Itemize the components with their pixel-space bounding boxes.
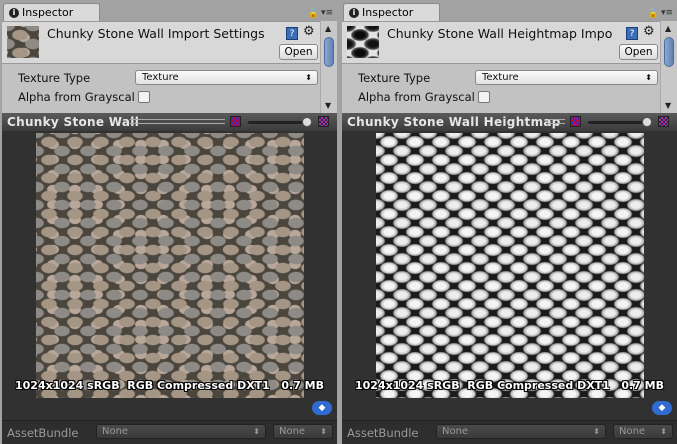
- assetbundle-bar: AssetBundle None ⬍ None ⬍: [342, 420, 677, 444]
- texture-type-select[interactable]: Texture ⬍: [475, 70, 658, 85]
- texture-thumbnail: [7, 26, 39, 58]
- texture-thumbnail: [347, 26, 379, 58]
- assetbundle-bar: AssetBundle None ⬍ None ⬍: [2, 420, 337, 444]
- texture-info: 1024x1024 sRGB RGB Compressed DXT1 0.7 M…: [15, 379, 324, 392]
- texture-image: [36, 133, 304, 398]
- scrollbar[interactable]: ▲ ▼: [320, 21, 337, 113]
- alpha-from-grayscale-checkbox[interactable]: [138, 91, 150, 103]
- updown-icon: ⬍: [320, 427, 327, 436]
- variant-value: None: [279, 426, 306, 437]
- tag-icon[interactable]: ◆: [652, 401, 672, 415]
- preview-toolbar: Chunky Stone Wall: [2, 113, 337, 131]
- inspector-panel-left: i Inspector 🔒 ▾≡ Chunky Stone Wall Import…: [0, 0, 337, 444]
- texture-type-value: Texture: [482, 72, 519, 83]
- assetbundle-value: None: [102, 426, 129, 437]
- alpha-toggle-icon[interactable]: [570, 116, 581, 127]
- preview-toolbar: Chunky Stone Wall Heightmap: [342, 113, 677, 131]
- texture-info: 1024x1024 sRGB RGB Compressed DXT1 0.7 M…: [355, 379, 664, 392]
- inspector-tab[interactable]: i Inspector: [343, 3, 440, 22]
- mip-icon[interactable]: [658, 116, 669, 127]
- scrollbar-thumb[interactable]: [664, 37, 674, 67]
- texture-preview: 1024x1024 sRGB RGB Compressed DXT1 0.7 M…: [2, 131, 337, 420]
- texture-type-label: Texture Type: [18, 71, 91, 85]
- texture-preview: 1024x1024 sRGB RGB Compressed DXT1 0.7 M…: [342, 131, 677, 420]
- open-button[interactable]: Open: [619, 44, 658, 60]
- info-icon: i: [349, 8, 359, 18]
- resize-grip[interactable]: [548, 119, 565, 124]
- updown-icon: ⬍: [645, 73, 652, 82]
- alpha-toggle-icon[interactable]: [230, 116, 241, 127]
- scrollbar-thumb[interactable]: [324, 37, 334, 67]
- scroll-up-icon[interactable]: ▲: [665, 24, 671, 33]
- scroll-down-icon[interactable]: ▼: [325, 101, 331, 110]
- variant-value: None: [619, 426, 646, 437]
- gear-icon[interactable]: ⚙: [303, 24, 315, 39]
- info-icon: i: [9, 8, 19, 18]
- texture-image: [376, 133, 644, 398]
- import-properties: Texture Type Texture ⬍ Alpha from Graysca…: [2, 63, 320, 113]
- preview-title: Chunky Stone Wall Heightmap: [347, 115, 561, 129]
- inspector-header: Chunky Stone Wall Import Settings ? ⚙ Op…: [2, 21, 320, 63]
- texture-type-label: Texture Type: [358, 71, 431, 85]
- updown-icon: ⬍: [253, 427, 260, 436]
- help-icon[interactable]: ?: [626, 27, 638, 40]
- menu-icon[interactable]: ▾≡: [661, 8, 673, 18]
- tab-label: Inspector: [362, 6, 414, 19]
- mip-slider[interactable]: [248, 121, 308, 124]
- assetbundle-label: AssetBundle: [347, 426, 419, 440]
- scrollbar[interactable]: ▲ ▼: [660, 21, 677, 113]
- scroll-down-icon[interactable]: ▼: [665, 101, 671, 110]
- asset-title: Chunky Stone Wall Import Settings: [47, 26, 265, 41]
- variant-dropdown[interactable]: None ⬍: [273, 424, 333, 439]
- inspector-header: Chunky Stone Wall Heightmap Impor ? ⚙ Op…: [342, 21, 660, 63]
- menu-icon[interactable]: ▾≡: [321, 8, 333, 18]
- assetbundle-dropdown[interactable]: None ⬍: [96, 424, 266, 439]
- assetbundle-dropdown[interactable]: None ⬍: [436, 424, 606, 439]
- resize-grip[interactable]: [130, 119, 225, 124]
- inspector-panel-right: i Inspector 🔒 ▾≡ Chunky Stone Wall Height…: [340, 0, 677, 444]
- gear-icon[interactable]: ⚙: [643, 24, 655, 39]
- import-properties: Texture Type Texture ⬍ Alpha from Graysca…: [342, 63, 660, 113]
- texture-type-select[interactable]: Texture ⬍: [135, 70, 318, 85]
- updown-icon: ⬍: [305, 73, 312, 82]
- lock-icon[interactable]: 🔒: [308, 9, 319, 19]
- assetbundle-value: None: [442, 426, 469, 437]
- mip-slider-knob[interactable]: [642, 117, 652, 127]
- open-button[interactable]: Open: [279, 44, 318, 60]
- tag-icon[interactable]: ◆: [312, 401, 332, 415]
- mip-icon[interactable]: [318, 116, 329, 127]
- alpha-from-grayscale-label: Alpha from Grayscal: [358, 90, 475, 104]
- tab-label: Inspector: [22, 6, 74, 19]
- lock-icon[interactable]: 🔒: [648, 9, 659, 19]
- preview-title: Chunky Stone Wall: [7, 115, 140, 129]
- inspector-tab[interactable]: i Inspector: [3, 3, 100, 22]
- updown-icon: ⬍: [593, 427, 600, 436]
- mip-slider-knob[interactable]: [302, 117, 312, 127]
- alpha-from-grayscale-checkbox[interactable]: [478, 91, 490, 103]
- texture-type-value: Texture: [142, 72, 179, 83]
- asset-title: Chunky Stone Wall Heightmap Impor: [387, 26, 612, 41]
- alpha-from-grayscale-label: Alpha from Grayscal: [18, 90, 135, 104]
- variant-dropdown[interactable]: None ⬍: [613, 424, 673, 439]
- updown-icon: ⬍: [660, 427, 667, 436]
- mip-slider[interactable]: [588, 121, 648, 124]
- scroll-up-icon[interactable]: ▲: [325, 24, 331, 33]
- assetbundle-label: AssetBundle: [7, 426, 79, 440]
- help-icon[interactable]: ?: [286, 27, 298, 40]
